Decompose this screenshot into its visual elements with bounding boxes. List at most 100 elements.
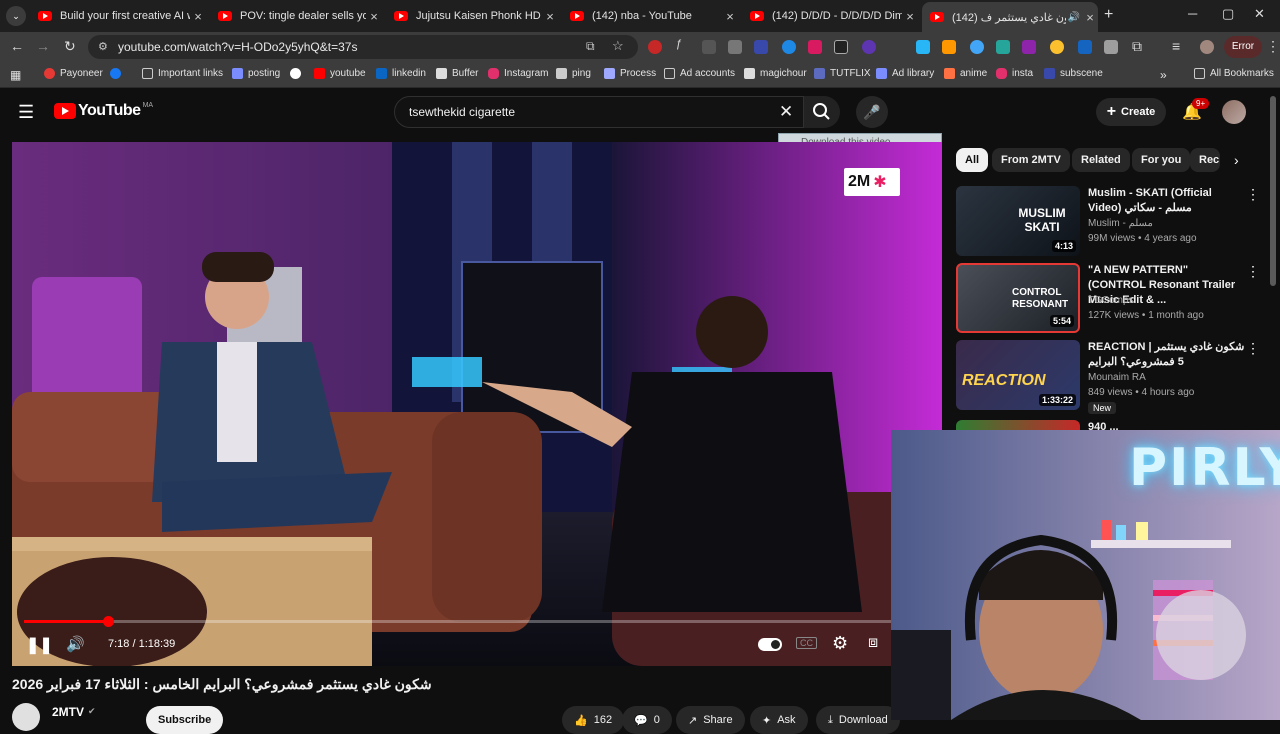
all-bookmarks-folder[interactable]: All Bookmarks [1194, 68, 1274, 79]
search-button[interactable] [804, 96, 840, 128]
chips-next-icon[interactable]: › [1234, 152, 1239, 168]
progress-scrubber[interactable] [103, 616, 115, 627]
browser-tab[interactable]: (142) D/D/D - D/D/D/D Dimens× [742, 4, 918, 28]
browser-tab-active[interactable]: (142) شكون غادي يستثمر ف🔊× [922, 2, 1098, 32]
bookmark-star-icon[interactable]: ☆ [612, 38, 624, 54]
minimize-icon[interactable]: ─ [1188, 6, 1197, 21]
tab-close-icon[interactable]: × [722, 9, 738, 24]
subscribe-button[interactable]: Subscribe [146, 706, 224, 734]
channel-name[interactable]: 2MTV [52, 705, 84, 719]
bookmarks-overflow-icon[interactable]: » [1160, 68, 1167, 82]
share-button[interactable]: ↗ Share [676, 706, 745, 734]
speaker-icon[interactable]: 🔊 [1066, 12, 1082, 23]
bookmark-instagram[interactable]: Instagram [488, 68, 548, 79]
bookmark-facebook[interactable] [110, 68, 126, 79]
captions-icon[interactable]: CC [796, 637, 817, 649]
new-tab-button[interactable]: + [1104, 6, 1113, 24]
extension-icon[interactable] [996, 40, 1010, 54]
create-button[interactable]: + Create [1096, 98, 1166, 126]
bookmark-magichour[interactable]: magichour [744, 68, 807, 79]
extension-icon[interactable] [970, 40, 984, 54]
recommendation-card[interactable]: CONTROL RESONANT 5:54 "A NEW PATTERN" (C… [956, 263, 1272, 333]
search-input[interactable]: tsewthekid cigarette ✕ [394, 96, 804, 128]
extension-icon[interactable] [1050, 40, 1064, 54]
extension-icon[interactable] [1022, 40, 1036, 54]
more-options-icon[interactable]: ⋮ [1246, 263, 1260, 280]
recommendation-card[interactable]: MUSLIM SKATI 4:13 Muslim - SKATI (Offici… [956, 186, 1272, 256]
bookmark-tutflix[interactable]: TUTFLIX [814, 68, 871, 79]
channel-avatar[interactable] [12, 703, 40, 731]
media-control-icon[interactable]: ≡ [1172, 38, 1180, 54]
browser-tab[interactable]: (142) nba - YouTube × [562, 4, 738, 28]
chip-all[interactable]: All [956, 148, 989, 172]
autoplay-toggle[interactable] [758, 638, 782, 651]
voice-search-button[interactable]: 🎤 [856, 96, 888, 128]
extension-icon[interactable] [834, 40, 848, 54]
extension-icon[interactable] [808, 40, 822, 54]
apps-grid-icon[interactable]: ▦ [10, 68, 21, 82]
bookmark-linkedin[interactable]: linkedin [376, 68, 426, 79]
extension-icon[interactable]: ƒ [676, 38, 690, 52]
youtube-logo[interactable]: YouTube MA [54, 102, 153, 120]
pause-icon[interactable]: ❚❚ [26, 635, 53, 655]
extension-icon[interactable] [862, 40, 876, 54]
bookmark-posting[interactable]: posting [232, 68, 280, 79]
extension-icon[interactable] [648, 40, 662, 54]
chip-recently-uploaded[interactable]: Rec [1190, 148, 1220, 172]
tab-close-icon[interactable]: × [366, 9, 382, 24]
address-bar[interactable]: ⚙ youtube.com/watch?v=H-ODo2y5yhQ&t=37s … [88, 35, 638, 59]
browser-menu-icon[interactable]: ⋮ [1266, 38, 1280, 55]
tab-search-button[interactable]: ⌄ [6, 6, 26, 26]
hamburger-menu-icon[interactable]: ☰ [18, 102, 34, 123]
like-button[interactable]: 👍 162 [562, 706, 625, 734]
extension-icon[interactable] [916, 40, 930, 54]
bookmark-google[interactable] [290, 68, 306, 79]
bookmark-ad-accounts[interactable]: Ad accounts [664, 68, 735, 79]
extension-icon[interactable] [702, 40, 716, 54]
ask-button[interactable]: ✦ Ask [750, 706, 808, 734]
more-options-icon[interactable]: ⋮ [1246, 340, 1260, 357]
bookmark-insta[interactable]: insta [996, 68, 1033, 79]
recommendation-card[interactable]: REACTION 1:33:22 REACTION | شكون غادي يس… [956, 340, 1272, 414]
volume-icon[interactable]: 🔊 [66, 635, 85, 653]
tab-close-icon[interactable]: × [1082, 10, 1098, 25]
progress-bar[interactable] [24, 620, 930, 623]
site-settings-icon[interactable]: ⚙ [98, 40, 108, 53]
maximize-icon[interactable]: ▢ [1222, 6, 1234, 22]
tab-close-icon[interactable]: × [542, 9, 558, 24]
bookmark-subscene[interactable]: subscene [1044, 68, 1103, 79]
bookmark-anime[interactable]: anime [944, 68, 987, 79]
extension-icon[interactable] [1078, 40, 1092, 54]
chip-for-you[interactable]: For you [1132, 148, 1191, 172]
notifications-button[interactable]: 🔔 9+ [1182, 98, 1210, 122]
browser-tab[interactable]: Build your first creative AI work× [30, 4, 206, 28]
browser-tab[interactable]: POV: tingle dealer sells you $25× [210, 4, 382, 28]
extension-icon[interactable] [1104, 40, 1118, 54]
close-window-icon[interactable]: ✕ [1254, 6, 1265, 22]
account-avatar[interactable] [1222, 100, 1246, 124]
profile-avatar[interactable] [1200, 40, 1214, 54]
tab-close-icon[interactable]: × [902, 9, 918, 24]
video-player[interactable]: 2M ✱ [12, 142, 942, 666]
extension-icon[interactable] [942, 40, 956, 54]
bookmark-payoneer[interactable]: Payoneer [44, 68, 103, 79]
back-icon[interactable]: ← [10, 38, 24, 54]
bookmark-important-links[interactable]: Important links [142, 68, 223, 79]
chip-from-channel[interactable]: From 2MTV [992, 148, 1070, 172]
extension-icon[interactable] [754, 40, 768, 54]
miniplayer-icon[interactable]: ⧈ [868, 634, 878, 652]
bookmark-ad-library[interactable]: Ad library [876, 68, 934, 79]
clear-search-icon[interactable]: ✕ [779, 102, 793, 122]
tab-close-icon[interactable]: × [190, 9, 206, 24]
chip-related[interactable]: Related [1072, 148, 1130, 172]
bookmark-ping[interactable]: ping [556, 68, 591, 79]
extension-icon[interactable] [728, 40, 742, 54]
bookmark-youtube[interactable]: youtube [314, 68, 366, 79]
bookmark-process[interactable]: Process [604, 68, 656, 79]
cast-icon[interactable]: ⧉ [586, 39, 595, 54]
reload-icon[interactable]: ↻ [64, 38, 76, 55]
extensions-puzzle-icon[interactable]: ⧉ [1132, 38, 1142, 55]
bookmark-buffer[interactable]: Buffer [436, 68, 479, 79]
browser-tab[interactable]: Jujutsu Kaisen Phonk HD - YouT× [386, 4, 558, 28]
download-button[interactable]: ⤓ Download [816, 706, 900, 734]
